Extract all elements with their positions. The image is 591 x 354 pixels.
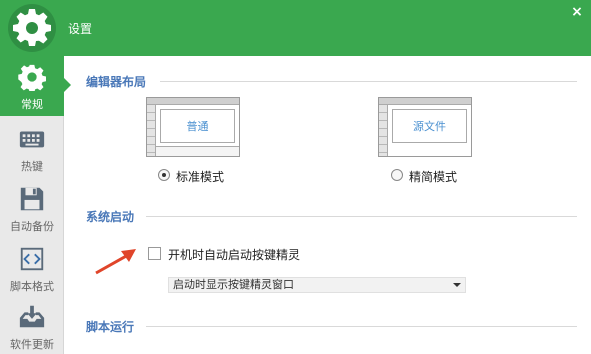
compact-mode-label: 精简模式 — [409, 170, 458, 184]
preview-status-bar — [156, 146, 239, 156]
keyboard-icon — [17, 124, 47, 154]
app-gear-logo-icon — [8, 4, 56, 52]
preview-toolbar — [147, 98, 239, 105]
section-title-editor-layout: 编辑器布局 — [86, 75, 147, 89]
standard-mode-radio[interactable] — [158, 169, 170, 181]
sidebar-item-general[interactable]: 常规 — [0, 56, 71, 116]
preview-editor-area: 普通 — [160, 109, 235, 143]
compact-mode-radio[interactable] — [391, 169, 403, 181]
layout-preview-standard[interactable]: 普通 — [146, 97, 240, 157]
gear-icon — [17, 62, 47, 92]
auto-start-label[interactable]: 开机时自动启动按键精灵 — [168, 246, 300, 263]
active-indicator-arrow — [64, 78, 71, 92]
preview-editor-area: 源文件 — [392, 109, 467, 143]
startup-window-select[interactable]: 启动时显示按键精灵窗口 — [168, 277, 466, 293]
window-title: 设置 — [68, 22, 93, 36]
standard-mode-label: 标准模式 — [176, 170, 225, 184]
section-divider — [146, 216, 577, 217]
sidebar-item-label: 常规 — [21, 98, 43, 111]
sidebar-item-software-update[interactable]: 软件更新 — [0, 296, 64, 354]
sidebar-item-auto-backup[interactable]: 自动备份 — [0, 178, 64, 238]
sidebar-item-script-format[interactable]: 脚本格式 — [0, 238, 64, 298]
close-button[interactable]: × — [569, 4, 585, 20]
chevron-down-icon — [453, 283, 461, 287]
layout-preview-compact[interactable]: 源文件 — [378, 97, 472, 157]
section-title-system-startup: 系统启动 — [86, 210, 135, 224]
preview-side-panel — [379, 105, 388, 156]
sidebar-item-label: 自动备份 — [10, 220, 54, 233]
code-brackets-icon — [17, 244, 47, 274]
section-divider — [160, 81, 577, 82]
sidebar-item-label: 热键 — [21, 160, 43, 173]
floppy-disk-icon — [17, 184, 47, 214]
sidebar-item-hotkeys[interactable]: 热键 — [0, 118, 64, 178]
startup-window-select-value: 启动时显示按键精灵窗口 — [173, 278, 294, 291]
download-tray-icon — [17, 302, 47, 332]
red-pointer-arrow-icon — [95, 249, 136, 275]
preview-toolbar — [379, 98, 471, 105]
preview-side-panel — [147, 105, 156, 156]
sidebar-item-label: 脚本格式 — [10, 280, 54, 293]
settings-sidebar: 常规 热键 自动备份 脚本格式 软件更新 — [0, 56, 71, 354]
title-bar: 设置 × — [0, 0, 591, 56]
section-divider — [146, 326, 577, 327]
section-title-script-run: 脚本运行 — [86, 320, 135, 334]
auto-start-checkbox[interactable] — [148, 247, 161, 260]
sidebar-item-label: 软件更新 — [10, 338, 54, 351]
